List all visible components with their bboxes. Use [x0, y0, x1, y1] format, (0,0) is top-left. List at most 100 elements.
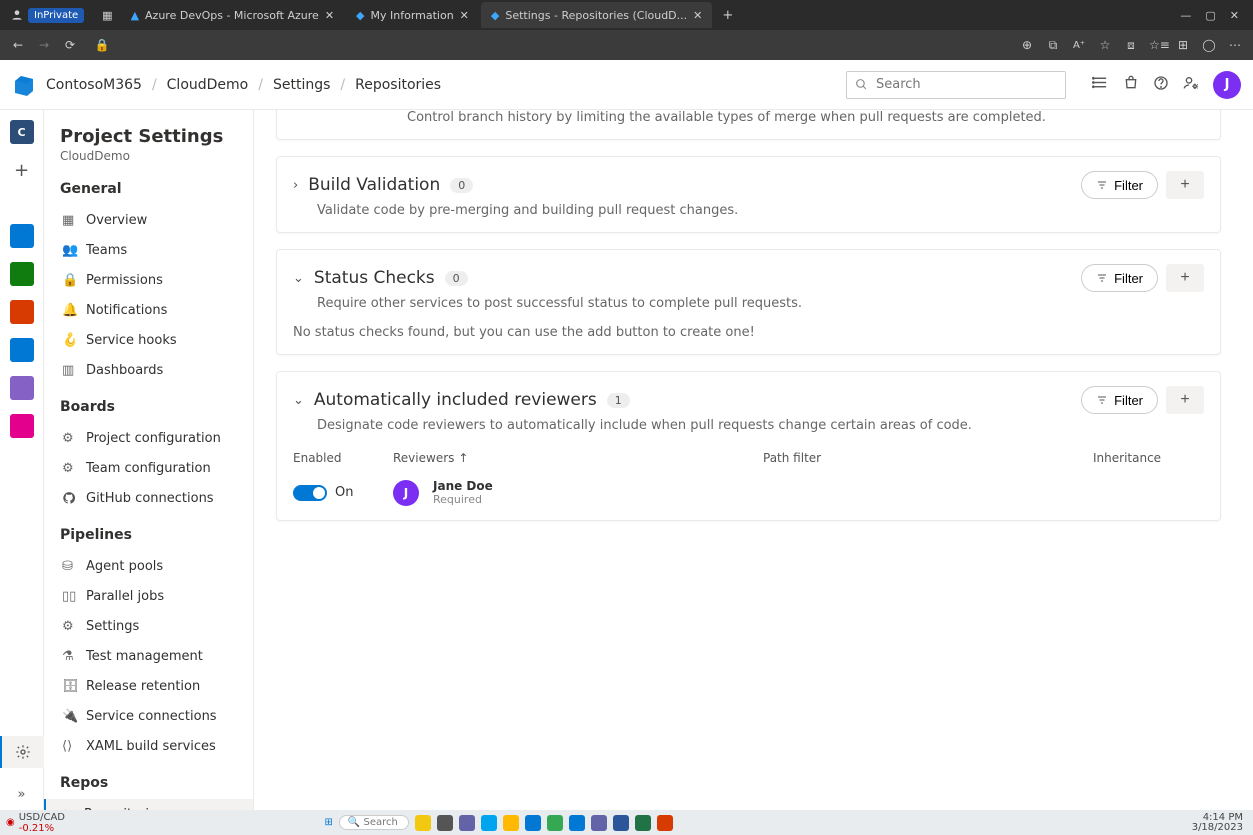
- minimize-button[interactable]: —: [1180, 9, 1191, 22]
- nav-test-management[interactable]: ⚗Test management: [60, 641, 253, 671]
- tab-close-icon[interactable]: ✕: [460, 9, 469, 22]
- filter-button[interactable]: Filter: [1081, 171, 1158, 199]
- taskbar-search[interactable]: 🔍 Search: [339, 815, 409, 830]
- rail-project-tile[interactable]: C: [8, 118, 36, 146]
- gear-icon: ⚙: [62, 431, 78, 446]
- rail-testplans-icon[interactable]: [8, 374, 36, 402]
- tab-close-icon[interactable]: ✕: [325, 9, 334, 22]
- menu-icon[interactable]: ⋯: [1227, 38, 1243, 52]
- addr-icon[interactable]: ⧉: [1045, 38, 1061, 53]
- add-button[interactable]: +: [1166, 264, 1204, 292]
- browser-tab-1[interactable]: ◆ My Information ✕: [346, 2, 479, 28]
- nav-agent-pools[interactable]: ⛁Agent pools: [60, 551, 253, 581]
- reviewer-avatar: J: [393, 480, 419, 506]
- taskbar-app-icon[interactable]: [481, 815, 497, 831]
- taskbar-app-icon[interactable]: [459, 815, 475, 831]
- empty-state: No status checks found, but you can use …: [293, 325, 1204, 340]
- collections-icon[interactable]: ⊞: [1175, 38, 1191, 52]
- sidebar-project-name: CloudDemo: [60, 149, 253, 163]
- browser-tab-0[interactable]: ▲ Azure DevOps - Microsoft Azure ✕: [121, 2, 344, 28]
- nav-forward-icon[interactable]: →: [36, 38, 52, 52]
- add-button[interactable]: +: [1166, 386, 1204, 414]
- rail-overview-icon[interactable]: [8, 222, 36, 250]
- rail-repos-icon[interactable]: [8, 298, 36, 326]
- taskbar-app-icon[interactable]: [415, 815, 431, 831]
- nav-parallel-jobs[interactable]: ▯▯Parallel jobs: [60, 581, 253, 611]
- nav-team-config[interactable]: ⚙Team configuration: [60, 453, 253, 483]
- col-reviewers[interactable]: Reviewers↑: [393, 451, 763, 465]
- taskbar-app-icon[interactable]: [437, 815, 453, 831]
- close-window-button[interactable]: ✕: [1230, 9, 1239, 22]
- search-input[interactable]: Search: [846, 71, 1066, 99]
- rail-pipelines-icon[interactable]: [8, 336, 36, 364]
- site-info-icon[interactable]: 🔒: [94, 38, 110, 52]
- taskbar-app-icon[interactable]: [657, 815, 673, 831]
- nav-service-connections[interactable]: 🔌Service connections: [60, 701, 253, 731]
- tab-vertical-toggle[interactable]: ▦: [96, 2, 118, 28]
- addr-icon[interactable]: A⁺: [1071, 40, 1087, 51]
- nav-github[interactable]: GitHub connections: [60, 483, 253, 513]
- favorite-icon[interactable]: ☆: [1097, 38, 1113, 52]
- nav-notifications[interactable]: 🔔Notifications: [60, 295, 253, 325]
- breadcrumb-org[interactable]: ContosoM365: [46, 77, 142, 93]
- col-inheritance[interactable]: Inheritance: [1093, 451, 1161, 465]
- add-button[interactable]: +: [1166, 171, 1204, 199]
- taskbar-widget[interactable]: ◉ USD/CAD -0.21%: [0, 812, 65, 834]
- taskbar-app-icon[interactable]: [635, 815, 651, 831]
- sidebar-title: Project Settings: [60, 126, 253, 147]
- col-enabled[interactable]: Enabled: [293, 451, 393, 465]
- nav-release-retention[interactable]: 🗄Release retention: [60, 671, 253, 701]
- work-items-icon[interactable]: [1092, 74, 1109, 95]
- nav-dashboards[interactable]: ▥Dashboards: [60, 355, 253, 385]
- nav-overview[interactable]: ▦Overview: [60, 205, 253, 235]
- addr-icon[interactable]: ◯: [1201, 38, 1217, 52]
- nav-teams[interactable]: 👥Teams: [60, 235, 253, 265]
- taskbar-clock[interactable]: 4:14 PM 3/18/2023: [1192, 813, 1253, 833]
- nav-service-hooks[interactable]: 🪝Service hooks: [60, 325, 253, 355]
- taskbar-app-icon[interactable]: [591, 815, 607, 831]
- new-tab-button[interactable]: +: [714, 8, 741, 23]
- col-path[interactable]: Path filter: [763, 451, 1093, 465]
- taskbar-app-icon[interactable]: [569, 815, 585, 831]
- chevron-down-icon[interactable]: ⌄: [293, 271, 304, 286]
- flask-icon: ⚗: [62, 649, 78, 664]
- nav-pipeline-settings[interactable]: ⚙Settings: [60, 611, 253, 641]
- marketplace-icon[interactable]: [1123, 75, 1139, 95]
- breadcrumb-project[interactable]: CloudDemo: [167, 77, 249, 93]
- rail-artifacts-icon[interactable]: [8, 412, 36, 440]
- nav-repositories[interactable]: ◆Repositories: [44, 799, 253, 810]
- help-icon[interactable]: [1153, 75, 1169, 95]
- nav-back-icon[interactable]: ←: [10, 38, 26, 52]
- maximize-button[interactable]: ▢: [1205, 9, 1215, 22]
- addr-icon[interactable]: ⧈: [1123, 38, 1139, 53]
- rail-add-button[interactable]: +: [8, 156, 36, 184]
- browser-tab-2[interactable]: ◆ Settings - Repositories (CloudD... ✕: [481, 2, 712, 28]
- rail-boards-icon[interactable]: [8, 260, 36, 288]
- nav-xaml[interactable]: ⟨⟩XAML build services: [60, 731, 253, 761]
- tab-close-icon[interactable]: ✕: [693, 9, 702, 22]
- breadcrumb-repos[interactable]: Repositories: [355, 77, 441, 93]
- refresh-icon[interactable]: ⟳: [62, 38, 78, 52]
- enabled-toggle[interactable]: [293, 485, 327, 501]
- favorites-bar-icon[interactable]: ☆≡: [1149, 38, 1165, 52]
- taskbar-app-icon[interactable]: [613, 815, 629, 831]
- nav-project-config[interactable]: ⚙Project configuration: [60, 423, 253, 453]
- inprivate-indicator: InPrivate: [6, 2, 94, 28]
- filter-button[interactable]: Filter: [1081, 386, 1158, 414]
- taskbar-app-icon[interactable]: [547, 815, 563, 831]
- breadcrumb-settings[interactable]: Settings: [273, 77, 330, 93]
- user-avatar[interactable]: J: [1213, 71, 1241, 99]
- start-button[interactable]: ⊞: [324, 817, 332, 828]
- nav-permissions[interactable]: 🔒Permissions: [60, 265, 253, 295]
- chevron-down-icon[interactable]: ⌄: [293, 393, 304, 408]
- chevron-right-icon[interactable]: ›: [293, 178, 298, 193]
- reviewer-row[interactable]: On J Jane Doe Required: [293, 479, 1204, 506]
- filter-button[interactable]: Filter: [1081, 264, 1158, 292]
- group-pipelines: Pipelines: [60, 527, 253, 543]
- taskbar-app-icon[interactable]: [503, 815, 519, 831]
- user-settings-icon[interactable]: [1183, 75, 1199, 95]
- rail-settings-button[interactable]: [0, 736, 44, 768]
- taskbar-app-icon[interactable]: [525, 815, 541, 831]
- addr-icon[interactable]: ⊕: [1019, 38, 1035, 52]
- rail-expand-button[interactable]: »: [0, 778, 44, 810]
